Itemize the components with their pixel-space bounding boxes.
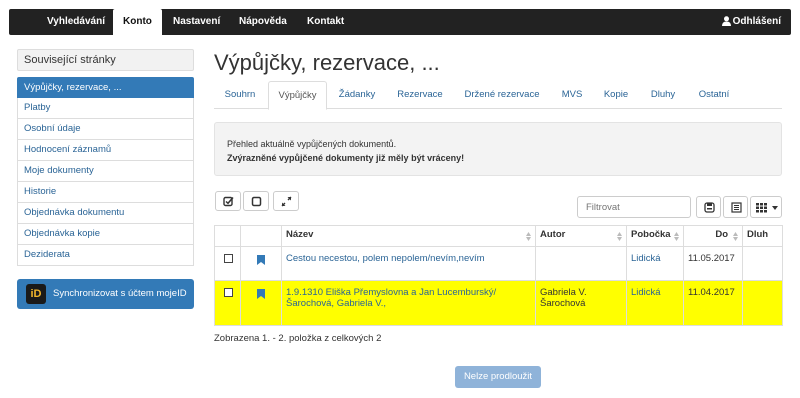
tab-requests[interactable]: Žádanky [330,81,384,109]
row-branch[interactable]: Lidická [626,246,684,281]
list-icon [731,202,742,213]
col-author[interactable]: Autor [535,225,627,247]
sidebar-heading: Související stránky [17,49,194,71]
tab-bar: Souhrn Výpůjčky Žádanky Rezervace Držené… [214,81,782,110]
tab-summary[interactable]: Souhrn [214,81,266,109]
row-due-date: 11.05.2017 [683,246,743,281]
sidebar-item-desiderata[interactable]: Deziderata [17,245,194,266]
tab-debts[interactable]: Dluhy [644,81,682,109]
top-navbar: Vyhledávání Konto Nastavení Nápověda Kon… [9,9,791,35]
filter-input[interactable] [577,196,691,218]
col-title[interactable]: Název [281,225,536,247]
user-icon [721,16,731,26]
row-title[interactable]: Cestou necestou, polem nepolem/nevím,nev… [281,246,536,281]
sidebar-item-document-order[interactable]: Objednávka dokumentu [17,203,194,224]
sidebar-item-history[interactable]: Historie [17,182,194,203]
nav-contact[interactable]: Kontakt [297,9,354,35]
tab-held-reservations[interactable]: Držené rezervace [458,81,546,109]
sidebar-item-personal-data[interactable]: Osobní údaje [17,119,194,140]
mojeid-logo: iD [26,284,46,304]
export-button[interactable] [696,196,721,218]
row-author [535,246,627,281]
row-due-date: 11.04.2017 [683,280,743,326]
sidebar-list: Výpůjčky, rezervace, ... Platby Osobní ú… [17,77,194,266]
deselect-all-button[interactable] [243,191,269,211]
sidebar-item-copy-order[interactable]: Objednávka kopie [17,224,194,245]
nav-settings[interactable]: Nastavení [163,9,230,35]
nav-account[interactable]: Konto [113,9,162,35]
page-title: Výpůjčky, rezervace, ... [214,50,440,75]
select-all-button[interactable] [215,191,241,211]
expand-icon [281,196,292,207]
row-debt [742,280,783,326]
table-row-overdue: 1.9.1310 Eliška Přemyslovna a Jan Lucemb… [214,280,783,326]
row-branch[interactable]: Lidická [626,280,684,326]
row-title[interactable]: 1.9.1310 Eliška Přemyslovna a Jan Lucemb… [281,280,536,326]
col-due[interactable]: Do [683,225,743,247]
table-header-row: Název Autor Pobočka Do Dluh [214,225,783,247]
tab-mvs[interactable]: MVS [554,81,590,109]
grid-icon [756,203,767,213]
info-text: Přehled aktuálně vypůjčených dokumentů. [227,139,397,149]
logout-link[interactable]: Odhlášení [721,9,781,35]
bookmark-icon[interactable] [257,255,265,265]
sort-icon [617,232,622,241]
bookmark-icon[interactable] [257,289,265,299]
col-branch[interactable]: Pobočka [626,225,684,247]
col-bookmark [240,225,282,247]
mojeid-sync-button[interactable]: iD Synchronizovat s účtem mojeID [17,279,194,309]
sidebar-item-loans[interactable]: Výpůjčky, rezervace, ... [17,77,194,98]
tab-other[interactable]: Ostatní [692,81,736,109]
info-warning: Zvýrazněné vypůjčené dokumenty již měly … [227,153,465,163]
row-debt [742,246,783,281]
nav-help[interactable]: Nápověda [229,9,297,35]
tab-reservations[interactable]: Rezervace [390,81,450,109]
sort-icon [733,232,738,241]
sidebar-item-ratings[interactable]: Hodnocení záznamů [17,140,194,161]
col-debt[interactable]: Dluh [742,225,783,247]
row-author: Gabriela V. Šarochová [535,280,627,326]
sidebar-item-my-documents[interactable]: Moje dokumenty [17,161,194,182]
row-checkbox[interactable] [224,254,233,263]
columns-dropdown-button[interactable] [750,196,782,218]
tab-copies[interactable]: Kopie [598,81,634,109]
row-checkbox[interactable] [224,288,233,297]
table-row: Cestou necestou, polem nepolem/nevím,nev… [214,246,783,281]
tab-loans[interactable]: Výpůjčky [268,81,327,110]
nav-search[interactable]: Vyhledávání [37,9,115,35]
mojeid-label: Synchronizovat s účtem mojeID [53,288,187,299]
sidebar-item-payments[interactable]: Platby [17,98,194,119]
loans-table: Název Autor Pobočka Do Dluh Cestou neces… [214,225,783,326]
list-view-button[interactable] [723,196,748,218]
sort-icon [526,232,531,241]
extend-loan-button[interactable]: Nelze prodloužit [455,366,541,388]
logout-label: Odhlášení [732,16,781,27]
square-icon [251,196,262,207]
expand-button[interactable] [273,191,299,211]
result-count: Zobrazena 1. - 2. položka z celkových 2 [214,333,382,344]
check-square-icon [223,196,234,207]
export-icon [704,202,715,213]
col-select [214,225,241,247]
info-box: Přehled aktuálně vypůjčených dokumentů. … [214,122,782,176]
sort-icon [674,232,679,241]
caret-down-icon [772,206,778,210]
